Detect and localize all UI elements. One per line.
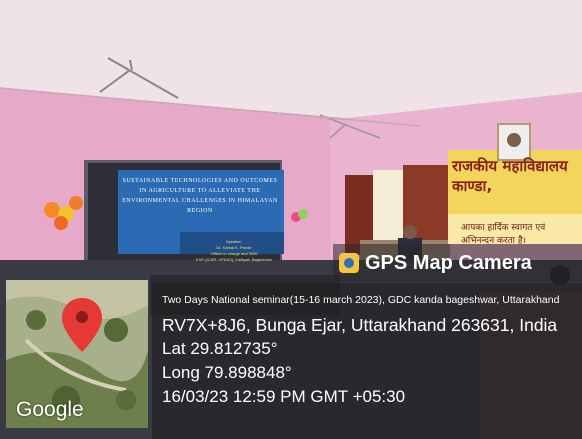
banner-heading: राजकीय महाविद्यालय काण्डा, bbox=[452, 157, 568, 195]
latitude-text: Lat 29.812735° bbox=[162, 339, 278, 358]
app-name: GPS Map Camera bbox=[365, 251, 532, 274]
slide-speaker: Speaker: Dr. Kamal K. Pande Officer in-c… bbox=[186, 239, 282, 263]
banner-welcome: आपका हार्दिक स्वागत एवं अभिनन्दन करता है… bbox=[461, 223, 546, 246]
photo-stage: SUSTAINABLE TECHNOLOGIES AND OUTCOMES IN… bbox=[0, 0, 582, 439]
camera-icon bbox=[339, 253, 359, 273]
seminar-caption: Two Days National seminar(15-16 march 20… bbox=[162, 294, 560, 306]
speaker-org: KVK (ICAR- VPKAS), Kafligair, Bageshwar bbox=[196, 257, 272, 262]
gps-app-badge: GPS Map Camera bbox=[333, 244, 582, 282]
datetime-text: 16/03/23 12:59 PM GMT +05:30 bbox=[162, 387, 406, 406]
location-info-panel: Two Days National seminar(15-16 march 20… bbox=[152, 283, 582, 439]
slide-title: SUSTAINABLE TECHNOLOGIES AND OUTCOMES IN… bbox=[122, 178, 278, 214]
google-logo: Google bbox=[16, 398, 84, 421]
longitude-text: Long 79.898848° bbox=[162, 363, 292, 382]
address-text: RV7X+8J6, Bunga Ejar, Uttarakhand 263631… bbox=[162, 315, 558, 335]
